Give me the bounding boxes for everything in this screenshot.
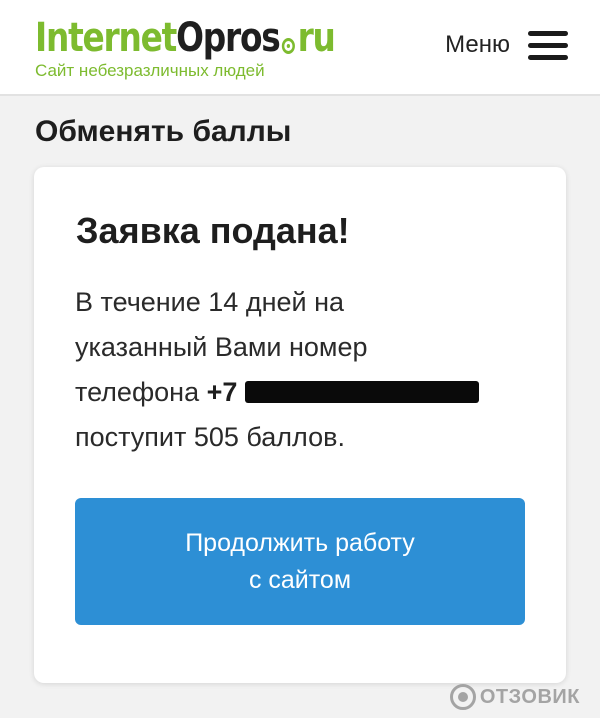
- message-line-1: В течение 14 дней на: [75, 287, 345, 317]
- menu-label: Меню: [445, 31, 510, 58]
- message-phone-label: телефона: [75, 377, 207, 407]
- site-tagline: Сайт небезразличных людей: [35, 61, 265, 80]
- logo-dot-icon: [281, 38, 296, 54]
- phone-country-code: +7: [206, 377, 238, 407]
- redacted-phone-number: [245, 380, 480, 403]
- message-line-3: телефона +7: [75, 370, 535, 415]
- site-header: Internet Opros ru Сайт небезразличных лю…: [0, 0, 600, 96]
- logo-text-ru: ru: [297, 15, 336, 61]
- card-title: Заявка подана!: [76, 210, 350, 251]
- logo-text-internet: Internet: [35, 15, 177, 61]
- continue-button-label-2: с сайтом: [248, 565, 352, 594]
- continue-button-label-1: Продолжить работу: [185, 528, 415, 557]
- watermark-text: ОТЗОВИК: [479, 685, 580, 708]
- site-logo[interactable]: Internet Opros ru: [35, 6, 336, 61]
- confirmation-message: В течение 14 дней на указанный Вами номе…: [75, 280, 535, 460]
- hamburger-icon: [528, 30, 568, 60]
- message-line-2: указанный Вами номер: [75, 332, 368, 362]
- otzovik-watermark: ОТЗОВИК: [449, 684, 580, 710]
- continue-button[interactable]: Продолжить работу с сайтом: [75, 498, 525, 625]
- watermark-logo-icon: [449, 684, 476, 710]
- confirmation-card: Заявка подана! В течение 14 дней на указ…: [34, 167, 566, 683]
- page-title: Обменять баллы: [35, 115, 292, 148]
- menu-button[interactable]: Меню: [445, 30, 568, 60]
- logo-text-opros: Opros: [176, 15, 281, 61]
- message-line-4: поступит 505 баллов.: [75, 422, 345, 452]
